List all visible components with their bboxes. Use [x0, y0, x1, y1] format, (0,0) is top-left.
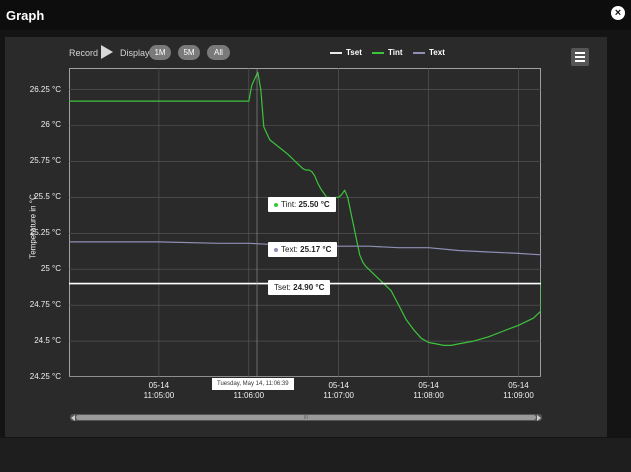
- y-tick-label: 24.25 °C: [29, 372, 61, 381]
- tooltip-text-prefix: Text:: [281, 245, 301, 254]
- legend-item-tint[interactable]: Tint: [372, 48, 403, 57]
- tooltip-text: Text: 25.17 °C: [268, 242, 338, 257]
- tooltip-dot: [274, 247, 278, 252]
- legend-label: Tset: [346, 48, 362, 57]
- y-tick-label: 25.25 °C: [29, 228, 61, 238]
- display-label: Display: [120, 48, 150, 58]
- x-tick-time: 11:09:00: [503, 391, 534, 400]
- window-title: Graph: [6, 8, 45, 23]
- play-icon[interactable]: [101, 45, 113, 59]
- legend-swatch-text: [413, 51, 425, 54]
- range-all-button[interactable]: All: [207, 45, 230, 60]
- legend-swatch-tset: [330, 51, 342, 54]
- tooltip-tset: Tset: 24.90 °C: [268, 280, 331, 295]
- tooltip-dot: [274, 202, 278, 207]
- grid-lines: [69, 68, 541, 377]
- legend-label: Tint: [388, 48, 403, 57]
- legend-label: Text: [429, 48, 445, 57]
- x-tick-label: 05-14 11:08:00: [399, 381, 459, 401]
- legend-item-text[interactable]: Text: [413, 48, 445, 57]
- bottom-strip: [0, 438, 631, 472]
- y-tick-label: 24.5 °C: [34, 336, 61, 346]
- legend-item-tset[interactable]: Tset: [330, 48, 362, 57]
- tooltip-tint-prefix: Tint:: [281, 200, 299, 209]
- x-tick-date: 05-14: [148, 381, 170, 390]
- x-tick-time: 11:08:00: [413, 391, 444, 400]
- x-tick-date: 05-14: [328, 381, 349, 390]
- scrollbar-thumb[interactable]: |||: [76, 415, 536, 420]
- x-tick-date: 05-14: [508, 381, 529, 390]
- y-tick-label: 26.25 °C: [29, 84, 61, 94]
- y-tick-label: 26 °C: [40, 120, 61, 130]
- temperature-chart[interactable]: [69, 68, 541, 377]
- grip-icon: |||: [304, 414, 308, 420]
- window-titlebar: Graph ×: [0, 0, 631, 30]
- record-label: Record: [69, 48, 99, 58]
- y-tick-label: 25.75 °C: [29, 156, 61, 166]
- range-1m-button[interactable]: 1M: [149, 45, 171, 60]
- plot-frame: [69, 68, 541, 377]
- x-tick-time: 11:06:00: [233, 391, 265, 400]
- tooltip-tint: Tint: 25.50 °C: [268, 197, 336, 212]
- close-icon[interactable]: ×: [611, 6, 625, 20]
- y-tick-label: 25.5 °C: [34, 192, 61, 202]
- x-tick-label: 05-14 11:05:00: [129, 381, 189, 401]
- x-tick-time: 11:05:00: [143, 391, 175, 400]
- range-5m-button[interactable]: 5M: [178, 45, 200, 60]
- chart-scrollbar[interactable]: |||: [70, 414, 542, 421]
- tooltip-tset-value: 24.90 °C: [293, 283, 325, 292]
- scroll-right-icon[interactable]: [537, 415, 541, 421]
- x-tick-date: 05-14: [418, 381, 439, 390]
- x-tick-time: 11:07:00: [323, 391, 354, 400]
- tooltip-text-value: 25.17 °C: [300, 245, 332, 254]
- hamburger-menu-icon[interactable]: [571, 48, 589, 66]
- tooltip-tset-prefix: Tset:: [274, 283, 294, 292]
- scroll-left-icon[interactable]: [71, 415, 75, 421]
- tooltip-tint-value: 25.50 °C: [298, 200, 330, 209]
- x-tick-label: 05-14 11:09:00: [489, 381, 549, 401]
- tooltip-datetime: Tuesday, May 14, 11:06:39: [212, 378, 294, 390]
- y-tick-label: 25 °C: [40, 264, 61, 274]
- y-tick-label: 24.75 °C: [29, 300, 61, 310]
- legend-swatch-tint: [372, 51, 384, 54]
- x-tick-label: 05-14 11:07:00: [309, 381, 369, 401]
